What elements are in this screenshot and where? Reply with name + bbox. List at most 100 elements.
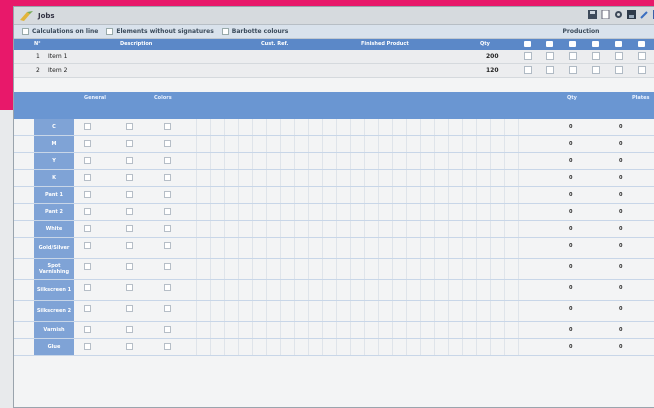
table-row[interactable]: 2 Item 2 120: [14, 64, 654, 78]
color-plates[interactable]: 0: [619, 344, 622, 350]
color-checkbox[interactable]: [164, 242, 171, 249]
color-plates[interactable]: 0: [619, 226, 622, 232]
color-checkbox[interactable]: [164, 263, 171, 270]
color-plates[interactable]: 0: [619, 192, 622, 198]
color-checkbox[interactable]: [164, 191, 171, 198]
table-row[interactable]: Pant 2 0 0: [14, 204, 654, 221]
color-checkbox[interactable]: [84, 263, 91, 270]
production-checkbox[interactable]: [615, 66, 623, 74]
color-checkbox[interactable]: [164, 208, 171, 215]
elements-checkbox[interactable]: [106, 28, 114, 35]
color-checkbox[interactable]: [84, 208, 91, 215]
color-plates[interactable]: 0: [619, 243, 622, 249]
color-checkbox[interactable]: [126, 326, 133, 333]
color-checkbox[interactable]: [84, 157, 91, 164]
color-checkbox[interactable]: [164, 225, 171, 232]
calc-online-option[interactable]: Calculations on line: [22, 28, 98, 35]
color-checkbox[interactable]: [164, 326, 171, 333]
gear-icon[interactable]: [613, 9, 624, 20]
color-checkbox[interactable]: [126, 284, 133, 291]
table-row[interactable]: K 0 0: [14, 170, 654, 187]
color-checkbox[interactable]: [126, 242, 133, 249]
color-checkbox[interactable]: [126, 208, 133, 215]
row-qty[interactable]: 120: [486, 67, 499, 74]
color-checkbox[interactable]: [126, 343, 133, 350]
color-plates[interactable]: 0: [619, 306, 622, 312]
production-checkbox[interactable]: [569, 52, 577, 60]
color-qty[interactable]: 0: [569, 158, 572, 164]
table-row[interactable]: Glue 0 0: [14, 339, 654, 356]
production-checkbox[interactable]: [569, 66, 577, 74]
table-row[interactable]: Silkscreen 1 0 0: [14, 280, 654, 301]
color-plates[interactable]: 0: [619, 209, 622, 215]
color-checkbox[interactable]: [84, 140, 91, 147]
color-checkbox[interactable]: [84, 343, 91, 350]
color-qty[interactable]: 0: [569, 175, 572, 181]
calc-online-checkbox[interactable]: [22, 28, 29, 35]
color-checkbox[interactable]: [84, 174, 91, 181]
color-plates[interactable]: 0: [619, 327, 622, 333]
table-row[interactable]: Spot Varnishing 0 0: [14, 259, 654, 280]
color-checkbox[interactable]: [164, 123, 171, 130]
color-checkbox[interactable]: [84, 305, 91, 312]
color-qty[interactable]: 0: [569, 141, 572, 147]
color-checkbox[interactable]: [126, 263, 133, 270]
color-qty[interactable]: 0: [569, 243, 572, 249]
table-row[interactable]: Varnish 0 0: [14, 322, 654, 339]
table-row[interactable]: M 0 0: [14, 136, 654, 153]
table-row[interactable]: 1 Item 1 200: [14, 50, 654, 64]
disk-icon[interactable]: [626, 9, 637, 20]
elements-option[interactable]: Elements without signatures: [106, 28, 214, 35]
production-checkbox[interactable]: [638, 52, 646, 60]
color-qty[interactable]: 0: [569, 209, 572, 215]
color-qty[interactable]: 0: [569, 264, 572, 270]
row-description[interactable]: Item 1: [48, 53, 67, 60]
color-checkbox[interactable]: [84, 242, 91, 249]
production-checkbox[interactable]: [546, 66, 554, 74]
color-checkbox[interactable]: [126, 140, 133, 147]
color-qty[interactable]: 0: [569, 344, 572, 350]
production-checkbox[interactable]: [524, 52, 532, 60]
table-row[interactable]: Pant 1 0 0: [14, 187, 654, 204]
color-plates[interactable]: 0: [619, 158, 622, 164]
color-checkbox[interactable]: [164, 305, 171, 312]
color-qty[interactable]: 0: [569, 124, 572, 130]
table-row[interactable]: Gold/Silver 0 0: [14, 238, 654, 259]
color-checkbox[interactable]: [126, 305, 133, 312]
table-row[interactable]: Y 0 0: [14, 153, 654, 170]
production-checkbox[interactable]: [638, 66, 646, 74]
color-checkbox[interactable]: [84, 123, 91, 130]
color-qty[interactable]: 0: [569, 306, 572, 312]
color-checkbox[interactable]: [84, 225, 91, 232]
color-checkbox[interactable]: [84, 284, 91, 291]
color-plates[interactable]: 0: [619, 175, 622, 181]
color-checkbox[interactable]: [164, 174, 171, 181]
color-checkbox[interactable]: [164, 140, 171, 147]
color-checkbox[interactable]: [126, 157, 133, 164]
table-row[interactable]: Silkscreen 2 0 0: [14, 301, 654, 322]
production-checkbox[interactable]: [592, 52, 600, 60]
color-checkbox[interactable]: [164, 284, 171, 291]
color-plates[interactable]: 0: [619, 124, 622, 130]
color-plates[interactable]: 0: [619, 285, 622, 291]
color-qty[interactable]: 0: [569, 226, 572, 232]
barbe-option[interactable]: Barbotte colours: [221, 28, 288, 35]
color-checkbox[interactable]: [84, 326, 91, 333]
color-checkbox[interactable]: [164, 157, 171, 164]
save-icon[interactable]: [587, 9, 598, 20]
color-qty[interactable]: 0: [569, 192, 572, 198]
production-checkbox[interactable]: [546, 52, 554, 60]
color-qty[interactable]: 0: [569, 285, 572, 291]
color-checkbox[interactable]: [126, 123, 133, 130]
barbe-checkbox[interactable]: [221, 28, 229, 35]
row-qty[interactable]: 200: [486, 53, 499, 60]
pen-icon[interactable]: [639, 9, 650, 20]
color-checkbox[interactable]: [126, 174, 133, 181]
color-checkbox[interactable]: [126, 225, 133, 232]
production-checkbox[interactable]: [615, 52, 623, 60]
production-checkbox[interactable]: [592, 66, 600, 74]
production-checkbox[interactable]: [524, 66, 532, 74]
color-qty[interactable]: 0: [569, 327, 572, 333]
table-row[interactable]: White 0 0: [14, 221, 654, 238]
color-checkbox[interactable]: [164, 343, 171, 350]
